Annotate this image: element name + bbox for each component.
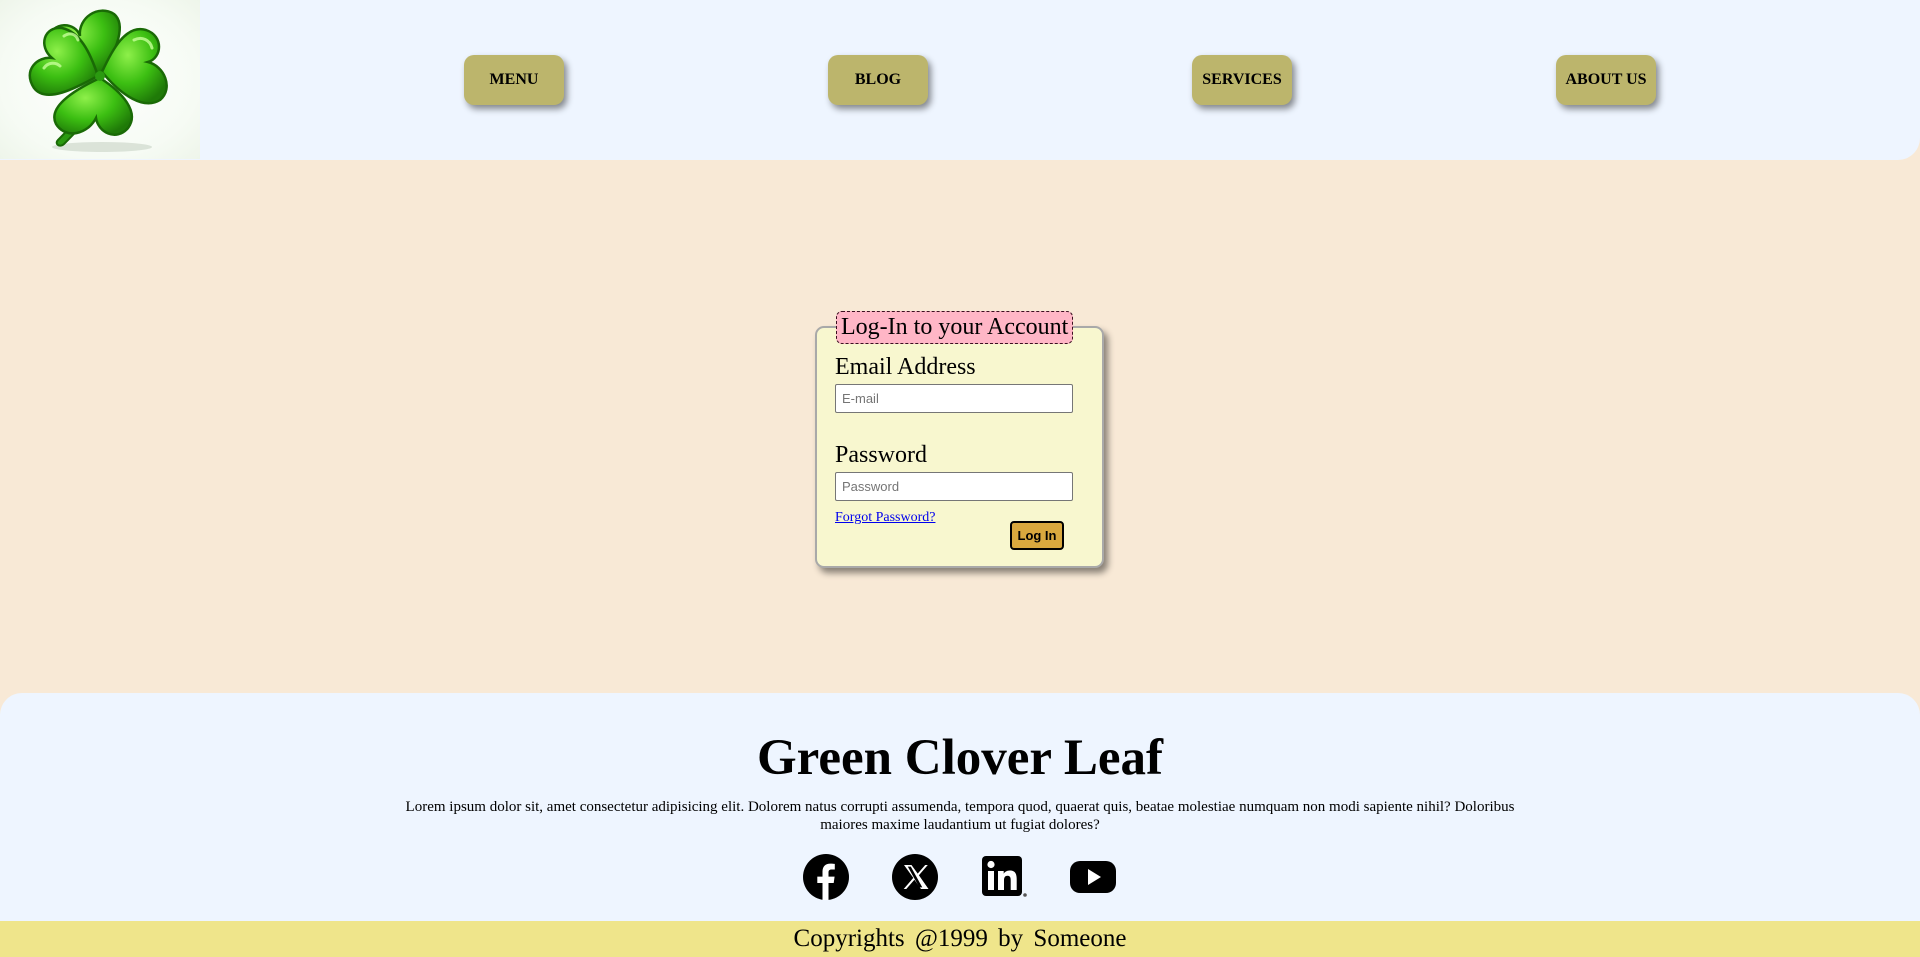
footer-description: Lorem ipsum dolor sit, amet consectetur … — [405, 799, 1515, 833]
footer-brand-title: Green Clover Leaf — [756, 730, 1163, 786]
copyright-text: Copyrights @1999 by Someone — [793, 925, 1127, 952]
login-form-title: Log-In to your Account — [836, 311, 1074, 344]
nav-menu-button[interactable]: MENU — [464, 55, 564, 105]
x-twitter-icon[interactable] — [891, 853, 939, 901]
four-leaf-clover-icon — [28, 9, 168, 152]
nav-services-button[interactable]: SERVICES — [1192, 55, 1292, 105]
logo[interactable] — [0, 0, 200, 159]
copyright-bar: Copyrights @1999 by Someone — [0, 921, 1920, 957]
site-header: MENU BLOG SERVICES ABOUT US — [0, 0, 1920, 160]
email-field[interactable] — [835, 384, 1073, 413]
youtube-icon[interactable] — [1069, 853, 1117, 901]
linkedin-icon[interactable] — [980, 853, 1028, 901]
password-field[interactable] — [835, 472, 1073, 501]
nav-blog-button[interactable]: BLOG — [828, 55, 928, 105]
facebook-icon[interactable] — [802, 853, 850, 901]
password-label: Password — [835, 442, 928, 468]
nav-about-us-button[interactable]: ABOUT US — [1556, 55, 1656, 105]
log-in-button[interactable]: Log In — [1010, 521, 1064, 550]
forgot-password-link[interactable]: Forgot Password? — [835, 510, 935, 526]
email-label: Email Address — [835, 354, 976, 380]
